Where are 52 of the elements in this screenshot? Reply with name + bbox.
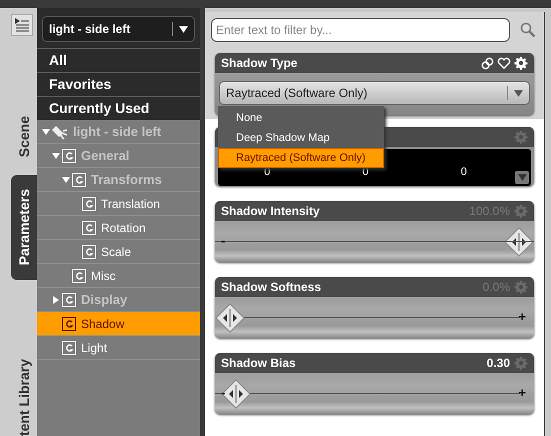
node-dropdown[interactable]: light - side left [42, 16, 195, 42]
tree-item[interactable]: Misc [37, 264, 200, 288]
group-icon [62, 292, 76, 306]
tree-item[interactable]: Translation [37, 192, 200, 216]
group-icon [82, 244, 96, 258]
plus-sign: + [518, 385, 526, 400]
group-icon [62, 340, 76, 354]
tree-item[interactable]: Rotation [37, 216, 200, 240]
filter-item[interactable]: Currently Used [37, 96, 200, 120]
search-icon[interactable] [520, 22, 536, 38]
group-icon [82, 220, 96, 234]
slider-track[interactable]: - + [215, 373, 534, 414]
expanded-arrow-icon[interactable] [42, 128, 50, 136]
menu-option[interactable]: None [218, 108, 384, 128]
group-icon [62, 148, 76, 162]
value-text: 0 [460, 166, 468, 178]
group-icon [72, 268, 86, 282]
expanded-arrow-icon[interactable] [62, 176, 70, 184]
slider-value: 0.30 [486, 356, 510, 370]
shadow-type-dropdown[interactable]: Raytraced (Software Only) [219, 81, 530, 105]
side-tab[interactable]: Scene [11, 106, 37, 168]
tree-item[interactable]: Scale [37, 240, 200, 264]
group-icon [62, 316, 76, 330]
collapsed-arrow-icon[interactable] [52, 296, 60, 304]
heart-icon[interactable] [497, 56, 511, 70]
tree-item[interactable]: Light [37, 336, 200, 360]
spotlight-icon [52, 124, 68, 140]
menu-option[interactable]: Raytraced (Software Only) [218, 148, 384, 168]
slider-track[interactable]: + [215, 297, 534, 338]
slider-title: Shadow Intensity [221, 204, 320, 218]
expanded-arrow-icon[interactable] [52, 152, 60, 160]
caret-icon[interactable] [179, 24, 188, 34]
slider-thumb[interactable] [220, 379, 251, 409]
expand-button[interactable] [515, 171, 529, 184]
tree-item[interactable]: Shadow [37, 312, 200, 336]
minus-sign: - [221, 233, 226, 248]
side-tab[interactable]: tent Library [11, 286, 37, 436]
slider-thumb[interactable] [215, 303, 245, 333]
filter-item[interactable]: All [37, 48, 200, 72]
group-icon [82, 196, 96, 210]
side-tab[interactable]: Parameters [11, 175, 37, 280]
link-icon[interactable] [481, 56, 494, 70]
gear-icon[interactable] [514, 56, 528, 70]
minus-sign: - [221, 385, 226, 400]
slider-title: Shadow Bias [221, 356, 296, 370]
slider-title: Shadow Softness [221, 280, 322, 294]
slider-thumb[interactable] [504, 227, 534, 257]
group-icon [72, 172, 86, 186]
plus-sign: + [518, 309, 526, 324]
property-title: Shadow Type [221, 56, 298, 70]
filter-item[interactable]: Favorites [37, 72, 200, 96]
search-field[interactable]: Enter text to filter by... [211, 18, 510, 42]
